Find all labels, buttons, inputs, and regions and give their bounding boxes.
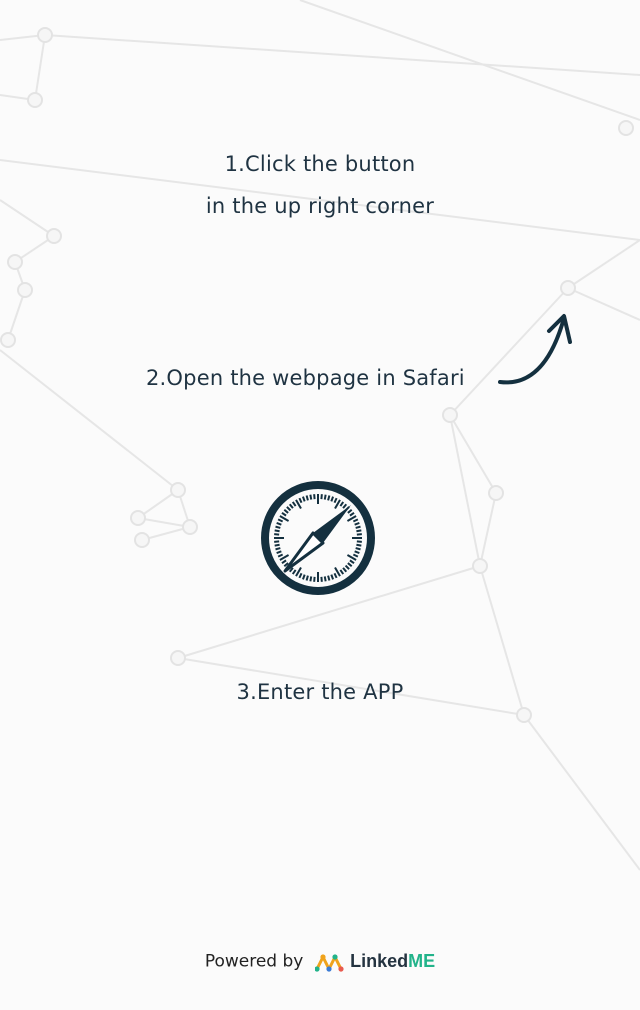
footer: Powered by LinkedME [0,951,640,972]
compass-tick [352,553,359,558]
compass-tick [323,576,327,582]
step1-line2: in the up right corner [205,194,435,218]
brand-name-part2: ME [408,951,436,971]
compass-tick [276,550,282,554]
linkedme-logo-icon [314,953,344,972]
compass-tick [323,494,327,500]
compass-tick [276,522,282,526]
compass-tick [281,559,287,565]
compass-tick [275,547,281,551]
compass-tick [356,543,362,547]
brand-name: LinkedME [350,951,435,971]
compass-tick [339,501,345,507]
compass-tick [281,511,287,517]
compass-tick [354,550,360,554]
compass-tick [347,508,353,514]
compass-tick [288,503,294,509]
brand-name-part1: Linked [350,951,409,971]
compass-tick [355,547,361,551]
step3-instruction: 3.Enter the APP [236,680,404,704]
compass-tick [330,496,334,502]
compass-tick [344,564,350,570]
compass-tick [305,575,309,581]
step1-line1: 1.Click the button [224,152,416,176]
compass-tick [309,576,313,582]
compass-tick [274,543,280,547]
compass-tick [302,496,306,502]
compass-tick [333,497,338,504]
compass-tick [275,525,281,529]
compass-tick [309,494,313,500]
safari-compass-icon [261,481,375,595]
compass-tick [291,569,297,575]
compass-tick [352,518,359,523]
compass-tick [283,508,289,514]
compass-tick [274,529,280,533]
compass-tick [286,506,292,512]
compass-tick [277,553,284,558]
compass-tick [305,495,309,501]
compass-tick [349,511,355,517]
compass-tick [355,525,361,529]
compass-tick [349,559,355,565]
compass-tick [327,575,331,581]
compass-tick [327,495,331,501]
compass-tick [342,503,348,509]
compass-tick [333,572,338,579]
compass-tick [342,567,348,573]
compass-tick [347,562,353,568]
compass-tick [298,572,303,579]
powered-by-label: Powered by [204,951,304,972]
compass-tick [339,569,345,575]
compass-tick [277,518,284,523]
step1-instruction: 1.Click the button in the up right corne… [0,143,640,227]
compass-tick [302,574,306,580]
compass-tick [330,574,334,580]
compass-tick [291,501,297,507]
step2-instruction: 2.Open the webpage in Safari [146,366,465,390]
compass-tick [356,529,362,533]
compass-tick [298,497,303,504]
compass-tick [354,522,360,526]
curved-arrow-icon [498,314,572,385]
